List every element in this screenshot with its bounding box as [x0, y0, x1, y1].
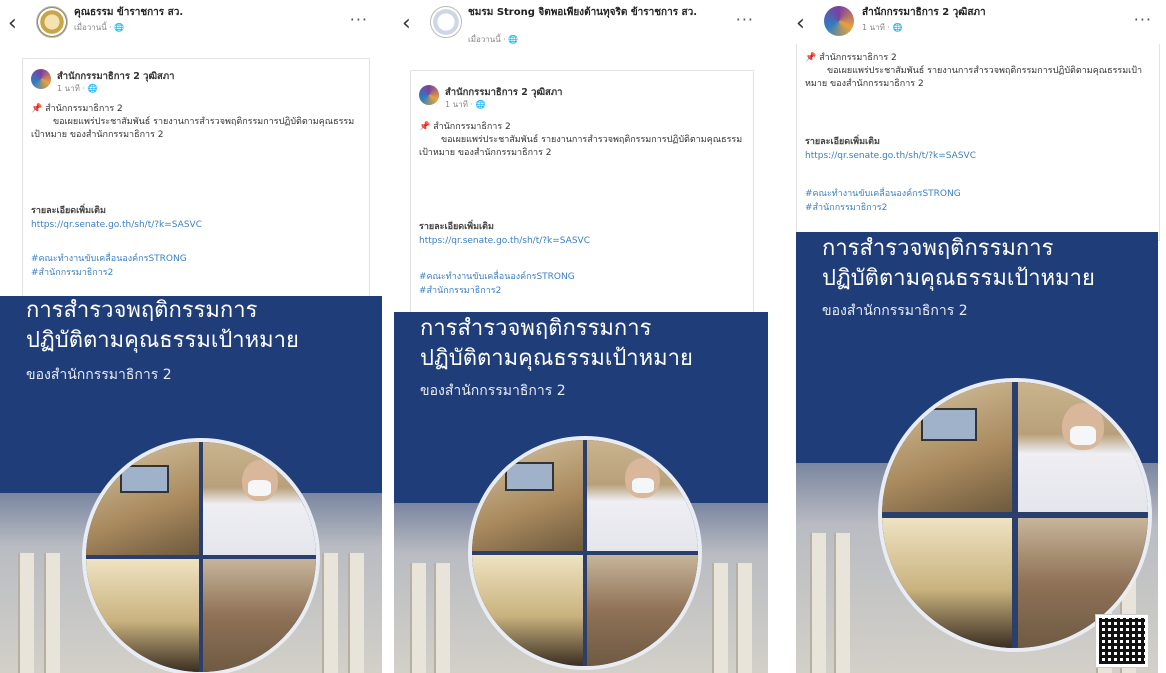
- hall-photo: [86, 559, 199, 672]
- post-body: 📌 สำนักกรรมาธิการ 2 ขอเผยแพร่ประชาสัมพัน…: [31, 103, 361, 142]
- pushpin-icon: 📌: [419, 122, 431, 132]
- back-chevron-icon[interactable]: ‹: [402, 12, 411, 36]
- official-portrait-photo: [203, 442, 316, 555]
- hashtag-committee[interactable]: #สำนักกรรมาธิการ2: [419, 285, 501, 298]
- hall-photo: [472, 555, 583, 666]
- page-name[interactable]: คุณธรรม ข้าราชการ สว.: [74, 6, 336, 19]
- official-portrait-photo: [1017, 382, 1148, 513]
- post-line-2: ขอเผยแพร่ประชาสัมพันธ์ รายงานการสำรวจพฤต…: [31, 117, 355, 140]
- post-image-banner[interactable]: การสำรวจพฤติกรรมการ ปฏิบัติตามคุณธรรมเป้…: [796, 232, 1158, 673]
- detail-heading: รายละเอียดเพิ่มเติม: [31, 206, 106, 216]
- screen-1: ‹ คุณธรรม ข้าราชการ สว. เมื่อวานนี้ · 🌐 …: [0, 0, 382, 673]
- post-time: เมื่อวานนี้ · 🌐: [468, 35, 519, 44]
- more-options-icon[interactable]: ···: [1134, 10, 1152, 29]
- screen-3: ‹ สำนักกรรมาธิการ 2 วุฒิสภา 1 นาที · 🌐 ·…: [788, 0, 1166, 673]
- page-avatar[interactable]: [824, 6, 854, 36]
- hashtag-strong[interactable]: #คณะทำงานขับเคลื่อนองค์กรSTRONG: [419, 271, 575, 284]
- banner-title-line-2: ปฏิบัติตามคุณธรรมเป้าหมาย: [26, 328, 299, 353]
- shared-author-avatar[interactable]: [419, 85, 439, 105]
- shared-author-avatar[interactable]: [31, 69, 51, 89]
- post-time: เมื่อวานนี้ · 🌐: [74, 23, 125, 32]
- detail-link[interactable]: https://qr.senate.go.th/sh/t/?k=SASVC: [31, 219, 202, 232]
- post-line-1: สำนักกรรมาธิการ 2: [45, 104, 123, 114]
- post-line-2: ขอเผยแพร่ประชาสัมพันธ์ รายงานการสำรวจพฤต…: [419, 135, 743, 158]
- post-body: 📌 สำนักกรรมาธิการ 2 ขอเผยแพร่ประชาสัมพัน…: [419, 121, 745, 160]
- hashtag-strong[interactable]: #คณะทำงานขับเคลื่อนองค์กรSTRONG: [31, 253, 187, 266]
- banner-title-line-3: ของสำนักกรรมาธิการ 2: [420, 383, 566, 399]
- post-time: 1 นาที · 🌐: [862, 23, 903, 32]
- detail-heading: รายละเอียดเพิ่มเติม: [805, 137, 880, 147]
- hashtag-strong[interactable]: #คณะทำงานขับเคลื่อนองค์กรSTRONG: [805, 188, 961, 201]
- post-line-2: ขอเผยแพร่ประชาสัมพันธ์ รายงานการสำรวจพฤต…: [805, 66, 1143, 89]
- banner-title-line-1: การสำรวจพฤติกรรมการ: [26, 298, 258, 323]
- audience-photo: [587, 555, 698, 666]
- meeting-photo: [86, 442, 199, 555]
- shared-post-card[interactable]: สำนักกรรมาธิการ 2 วุฒิสภา 1 นาที · 🌐 📌 ส…: [410, 70, 754, 322]
- audience-photo: [203, 559, 316, 672]
- official-portrait-photo: [587, 440, 698, 551]
- hashtag-committee[interactable]: #สำนักกรรมาธิการ2: [31, 267, 113, 280]
- photo-collage-circle: [878, 378, 1152, 652]
- more-options-icon[interactable]: ···: [350, 10, 368, 29]
- post-body: 📌 สำนักกรรมาธิการ 2 ขอเผยแพร่ประชาสัมพัน…: [805, 52, 1153, 91]
- post-line-1: สำนักกรรมาธิการ 2: [433, 122, 511, 132]
- banner-title-line-2: ปฏิบัติตามคุณธรรมเป้าหมาย: [822, 266, 1095, 291]
- post-header: ‹ ชมรม Strong จิตพอเพียงต้านทุจริต ข้ารา…: [394, 0, 768, 52]
- more-options-icon[interactable]: ···: [736, 10, 754, 29]
- page-name[interactable]: สำนักกรรมาธิการ 2 วุฒิสภา: [862, 6, 1120, 19]
- banner-title-line-2: ปฏิบัติตามคุณธรรมเป้าหมาย: [420, 346, 693, 371]
- page-avatar[interactable]: [430, 6, 462, 38]
- detail-heading: รายละเอียดเพิ่มเติม: [419, 222, 494, 232]
- post-image-banner[interactable]: การสำรวจพฤติกรรมการ ปฏิบัติตามคุณธรรมเป้…: [394, 312, 768, 673]
- banner-title-line-1: การสำรวจพฤติกรรมการ: [420, 316, 652, 341]
- banner-title-line-1: การสำรวจพฤติกรรมการ: [822, 236, 1054, 261]
- post-line-1: สำนักกรรมาธิการ 2: [819, 53, 897, 63]
- shared-post-time: 1 นาที · 🌐: [445, 100, 486, 109]
- pushpin-icon: 📌: [31, 104, 43, 114]
- hall-photo: [882, 517, 1013, 648]
- banner-title-line-3: ของสำนักกรรมาธิการ 2: [26, 367, 172, 383]
- photo-collage-circle: [468, 436, 702, 670]
- hashtag-committee[interactable]: #สำนักกรรมาธิการ2: [805, 202, 887, 215]
- meeting-photo: [882, 382, 1013, 513]
- shared-post-time: 1 นาที · 🌐: [57, 84, 98, 93]
- back-chevron-icon[interactable]: ‹: [8, 12, 17, 36]
- photo-collage-circle: [82, 438, 320, 673]
- shared-post-card[interactable]: สำนักกรรมาธิการ 2 วุฒิสภา 1 นาที · 🌐 📌 ส…: [22, 58, 370, 308]
- detail-link[interactable]: https://qr.senate.go.th/sh/t/?k=SASVC: [805, 150, 976, 163]
- post-header: ‹ คุณธรรม ข้าราชการ สว. เมื่อวานนี้ · 🌐 …: [0, 0, 382, 52]
- back-chevron-icon[interactable]: ‹: [796, 12, 805, 36]
- banner-title-line-3: ของสำนักกรรมาธิการ 2: [822, 303, 968, 319]
- qr-code[interactable]: [1095, 614, 1149, 668]
- page-name[interactable]: ชมรม Strong จิตพอเพียงต้านทุจริต ข้าราชก…: [468, 6, 722, 19]
- post-content[interactable]: 📌 สำนักกรรมาธิการ 2 ขอเผยแพร่ประชาสัมพัน…: [796, 44, 1160, 241]
- page-avatar[interactable]: [36, 6, 68, 38]
- pushpin-icon: 📌: [805, 53, 817, 63]
- meeting-photo: [472, 440, 583, 551]
- post-image-banner[interactable]: การสำรวจพฤติกรรมการ ปฏิบัติตามคุณธรรมเป้…: [0, 296, 382, 673]
- screen-2: ‹ ชมรม Strong จิตพอเพียงต้านทุจริต ข้ารา…: [394, 0, 768, 673]
- detail-link[interactable]: https://qr.senate.go.th/sh/t/?k=SASVC: [419, 235, 590, 248]
